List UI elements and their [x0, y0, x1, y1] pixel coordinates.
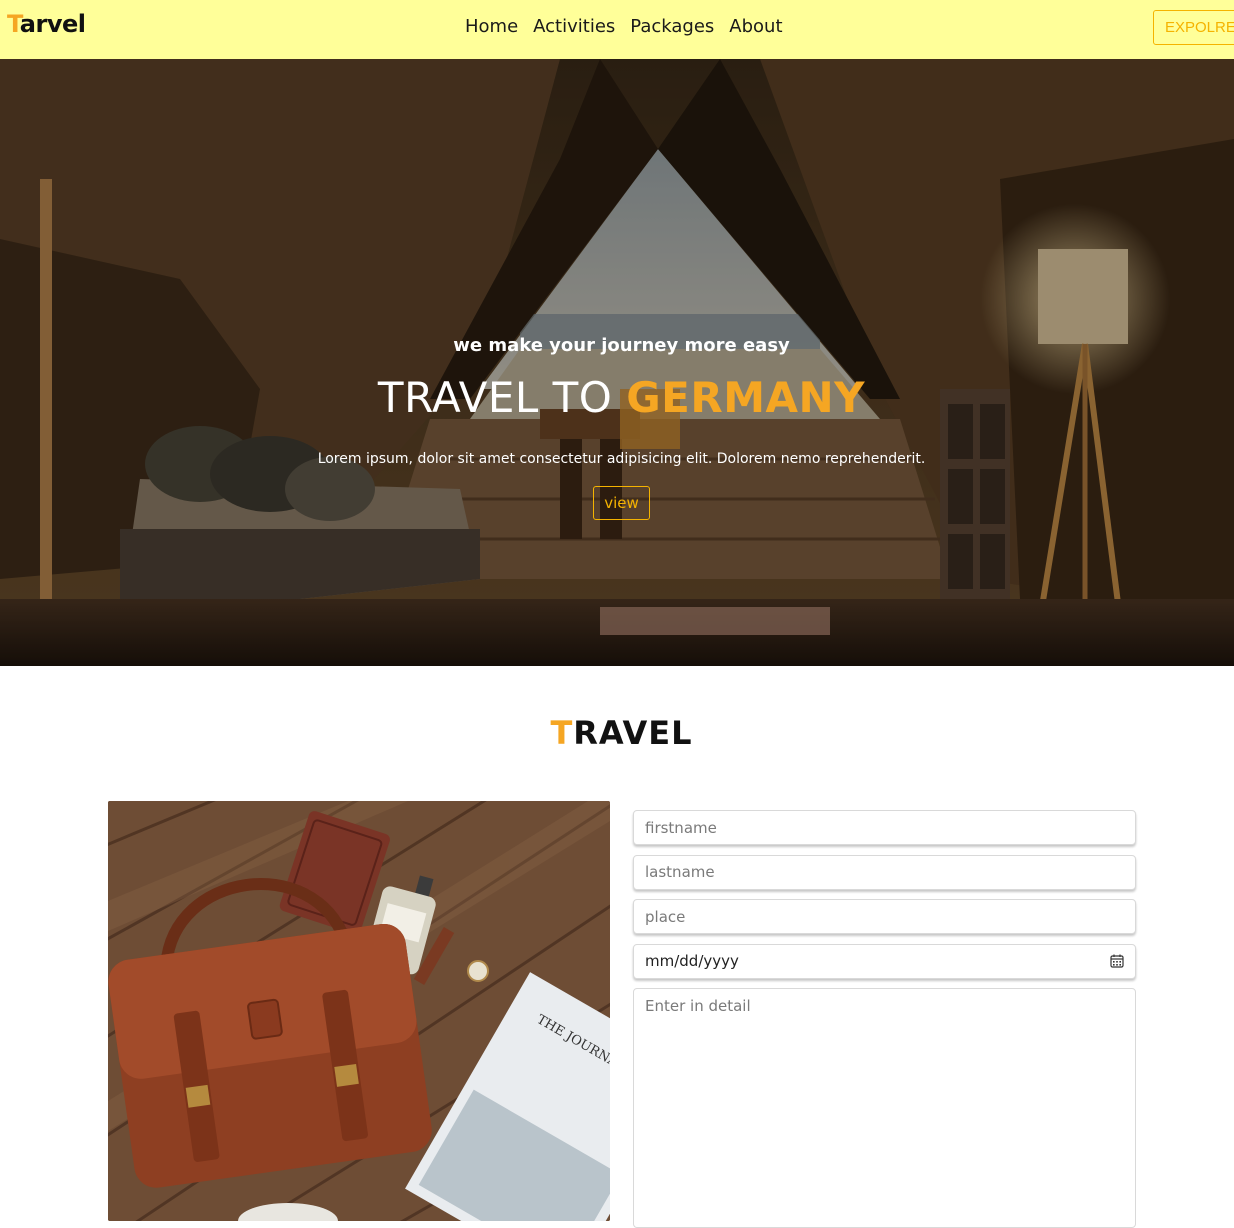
hero-subtitle: we make your journey more easy [453, 335, 790, 356]
nav-links: Home Activities Packages About [465, 16, 783, 37]
logo-initial: T [7, 10, 20, 38]
view-button[interactable]: view [593, 486, 650, 520]
detail-textarea[interactable] [633, 988, 1136, 1228]
date-input-placeholder: mm/dd/yyyy [645, 952, 739, 970]
hero-description: Lorem ipsum, dolor sit amet consectetur … [317, 451, 926, 467]
section-title-rest: RAVEL [573, 714, 693, 752]
hero-title: TRAVEL TO GERMANY [0, 373, 1234, 422]
nav-link-home[interactable]: Home [465, 16, 518, 37]
hero-title-prefix: TRAVEL TO [377, 373, 627, 422]
explore-button[interactable]: EXPOLRE [1153, 10, 1234, 45]
section-title: TRAVEL [0, 714, 1234, 752]
travel-photo-image: THE JOURNAL [108, 801, 610, 1221]
hero-banner: we make your journey more easy TRAVEL TO… [0, 59, 1234, 666]
hero-title-highlight: GERMANY [626, 373, 866, 422]
calendar-icon[interactable] [1110, 954, 1124, 968]
logo-rest: arvel [19, 10, 86, 38]
travel-photo: THE JOURNAL [108, 801, 610, 1221]
date-input[interactable]: mm/dd/yyyy [633, 943, 1136, 979]
firstname-input[interactable] [633, 810, 1136, 845]
logo[interactable]: Tarvel [7, 10, 86, 38]
nav-link-packages[interactable]: Packages [630, 16, 714, 37]
place-input[interactable] [633, 899, 1136, 934]
booking-form: mm/dd/yyyy [633, 810, 1136, 1228]
hero-background-image [0, 59, 1234, 666]
lastname-input[interactable] [633, 854, 1136, 890]
section-title-initial: T [550, 714, 574, 752]
nav-link-about[interactable]: About [729, 16, 782, 37]
navbar: Tarvel Home Activities Packages About EX… [0, 0, 1234, 59]
nav-link-activities[interactable]: Activities [533, 16, 615, 37]
